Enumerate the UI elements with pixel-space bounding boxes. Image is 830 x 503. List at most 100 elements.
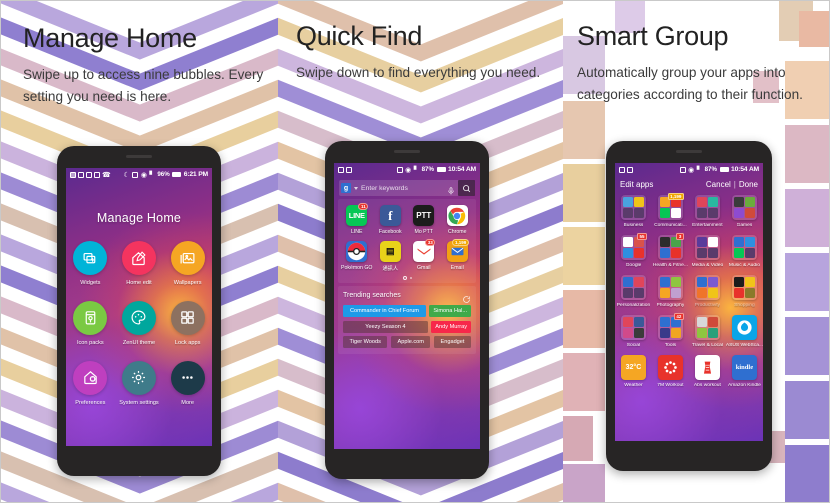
home-edit-icon[interactable] — [121, 241, 156, 275]
folder-app-swatch — [622, 197, 633, 207]
refresh-icon[interactable] — [462, 291, 471, 303]
category-folder-icon[interactable] — [620, 275, 646, 300]
category-folder-icon[interactable]: 55 — [620, 233, 647, 260]
trending-chip[interactable]: Simona Hal... — [429, 305, 471, 317]
app-icon[interactable]: 1,199 — [446, 239, 469, 262]
app-tile[interactable]: Chrome — [441, 205, 475, 235]
app-tile[interactable]: Pokémon GO — [340, 241, 374, 272]
app-tile[interactable]: LINE 11 LINE — [340, 203, 374, 235]
category-folder-icon[interactable] — [620, 315, 646, 340]
mosaic-tile — [785, 381, 829, 439]
category-tile[interactable]: Productivity — [689, 275, 726, 308]
app-tile[interactable]: 33 Gmail — [407, 239, 441, 272]
category-tile[interactable]: Travel & Local — [689, 315, 726, 348]
category-tile[interactable]: Abs workout — [689, 355, 726, 388]
category-tile[interactable]: 32°C Weather — [615, 355, 652, 388]
category-tile[interactable]: Music & Audio — [726, 235, 763, 268]
trending-chip[interactable]: Commander in Chief Forum — [343, 305, 426, 317]
manage-home-bubble[interactable]: Home edit — [115, 241, 164, 287]
folder-app-swatch — [708, 328, 718, 338]
category-folder-icon[interactable]: 3 — [657, 233, 684, 260]
manage-home-bubble[interactable]: Preferences — [66, 360, 115, 407]
category-tile[interactable]: Photography — [652, 275, 689, 308]
trending-chip[interactable]: Andy Murray — [431, 320, 471, 333]
category-tile[interactable]: 1,199 Communicati... — [652, 193, 689, 228]
category-folder-icon[interactable]: 42 — [657, 313, 684, 340]
trending-chip[interactable]: Yeezy Season 4 — [343, 320, 428, 333]
folder-app-swatch — [659, 288, 670, 298]
category-folder-icon[interactable] — [694, 315, 720, 340]
category-tile[interactable]: 55 Google — [615, 233, 652, 268]
category-folder-icon[interactable] — [731, 235, 757, 260]
folder-app-swatch — [622, 248, 633, 258]
trending-chip[interactable]: Apple.com — [390, 336, 431, 348]
app-icon[interactable] — [731, 315, 757, 340]
app-icon[interactable]: 32°C — [620, 355, 646, 380]
manage-home-bubble[interactable]: Widgets — [66, 241, 115, 287]
category-tile[interactable]: Shopping — [726, 275, 763, 308]
category-tile[interactable]: Personalization — [615, 275, 652, 308]
app-icon[interactable] — [346, 241, 368, 262]
app-tile[interactable]: f Facebook — [374, 205, 408, 235]
page-dot[interactable] — [409, 277, 412, 279]
category-tile[interactable]: Media & Video — [689, 235, 726, 268]
category-tile[interactable]: Social — [615, 315, 652, 348]
page-subtitle: Swipe up to access nine bubbles. Every s… — [23, 67, 264, 105]
category-folder-icon[interactable]: 1,199 — [657, 193, 684, 220]
category-tile[interactable]: Games — [726, 195, 763, 228]
category-tile[interactable]: 7M Workout — [652, 355, 689, 388]
category-folder-icon[interactable] — [694, 275, 720, 300]
cancel-button[interactable]: Cancel — [706, 180, 731, 189]
trending-chip[interactable]: Engadget — [433, 336, 471, 348]
app-icon[interactable]: f — [379, 205, 401, 226]
gear-icon[interactable] — [121, 360, 156, 395]
widgets-icon[interactable] — [73, 241, 108, 275]
trending-chip[interactable]: Tiger Woods — [343, 336, 388, 348]
category-tile[interactable]: Business — [615, 195, 652, 228]
search-button[interactable] — [458, 180, 475, 196]
manage-home-bubble[interactable]: More — [163, 360, 212, 407]
done-button[interactable]: Done — [739, 180, 758, 189]
app-icon[interactable]: PTT — [413, 205, 435, 226]
more-dots-icon[interactable] — [170, 360, 205, 395]
app-icon[interactable]: LINE 11 — [346, 203, 369, 226]
category-folder-icon[interactable] — [657, 275, 683, 300]
category-folder-icon[interactable] — [731, 275, 757, 300]
category-tile[interactable]: ASUS WebSca... — [726, 315, 763, 348]
category-folder-icon[interactable] — [694, 235, 720, 260]
category-folder-icon[interactable] — [731, 195, 757, 220]
search-input[interactable]: Enter keywords — [361, 185, 444, 192]
app-icon[interactable] — [694, 355, 720, 380]
app-icon[interactable]: ▤ — [379, 241, 401, 262]
theme-palette-icon[interactable] — [121, 300, 156, 335]
category-tile[interactable]: kindle Amazon Kindle — [726, 355, 763, 388]
folder-app-swatch — [708, 277, 718, 287]
status-system-icons: ☾ ◉ ▘ 96% 6:21 PM — [124, 171, 209, 179]
category-folder-icon[interactable] — [694, 195, 720, 220]
app-icon[interactable] — [657, 355, 683, 380]
app-icon[interactable]: kindle — [731, 355, 757, 380]
app-tile[interactable]: PTT Mo PTT — [407, 205, 441, 235]
manage-home-bubble[interactable]: ZenUI theme — [115, 300, 164, 347]
manage-home-bubble[interactable]: Icon packs — [66, 300, 115, 347]
wallpapers-icon[interactable] — [170, 241, 205, 275]
quick-find-search-bar[interactable]: g Enter keywords — [339, 180, 475, 196]
preferences-icon[interactable] — [73, 360, 108, 395]
manage-home-bubble[interactable]: System settings — [115, 360, 164, 407]
chevron-down-icon[interactable] — [354, 186, 358, 190]
app-icon[interactable]: 33 — [413, 239, 436, 262]
app-tile[interactable]: ▤ 通訊人 — [374, 241, 408, 272]
mic-icon[interactable] — [447, 183, 455, 195]
category-folder-icon[interactable] — [620, 195, 646, 220]
lock-apps-grid-icon[interactable] — [170, 300, 205, 335]
category-tile[interactable]: 42 Tools — [652, 313, 689, 348]
folder-app-swatch — [696, 197, 707, 207]
manage-home-bubble[interactable]: Lock apps — [163, 300, 212, 347]
app-tile[interactable]: 1,199 Email — [441, 239, 475, 272]
category-tile[interactable]: Entertainment — [689, 195, 726, 228]
manage-home-bubble[interactable]: Wallpapers — [163, 241, 212, 287]
icon-packs-icon[interactable] — [73, 300, 108, 335]
category-tile[interactable]: 3 Health & Fitne... — [652, 233, 689, 268]
page-dot-active[interactable] — [402, 276, 407, 280]
app-icon[interactable] — [446, 205, 468, 226]
